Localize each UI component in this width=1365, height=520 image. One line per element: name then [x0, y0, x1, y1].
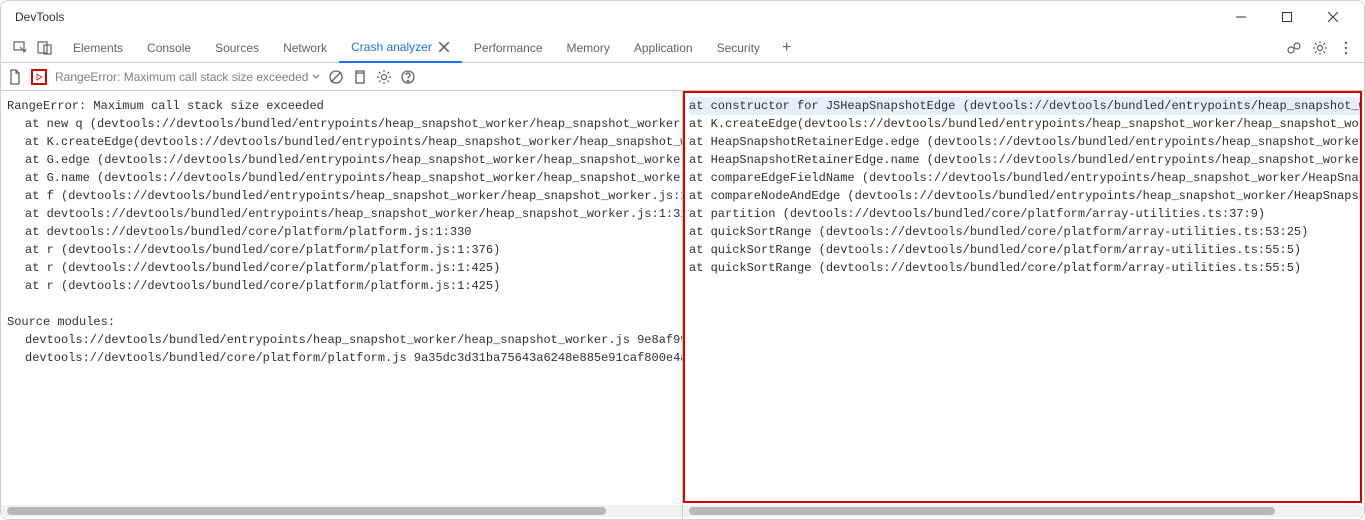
stack-line: devtools://devtools/bundled/core/platfor…	[7, 349, 682, 367]
minimize-button[interactable]	[1218, 1, 1264, 33]
stack-line: at new q (devtools://devtools/bundled/en…	[7, 115, 682, 133]
toolbar-right	[1286, 40, 1360, 56]
tab-elements[interactable]: Elements	[61, 33, 135, 63]
left-pane: RangeError: Maximum call stack size exce…	[1, 91, 683, 519]
run-analysis-icon[interactable]	[31, 69, 47, 85]
resolved-stack-line[interactable]: at partition (devtools://devtools/bundle…	[689, 205, 1360, 223]
stack-line: at f (devtools://devtools/bundled/entryp…	[7, 187, 682, 205]
inspect-element-icon[interactable]	[13, 40, 29, 56]
tab-network[interactable]: Network	[271, 33, 339, 63]
tab-label: Crash analyzer	[351, 40, 432, 54]
main-split: RangeError: Maximum call stack size exce…	[1, 91, 1364, 519]
tab-sources[interactable]: Sources	[203, 33, 271, 63]
chevron-down-icon	[312, 73, 320, 81]
stack-line: at G.edge (devtools://devtools/bundled/e…	[7, 151, 682, 169]
tab-label: Sources	[215, 41, 259, 55]
resolved-stack-line[interactable]: at HeapSnapshotRetainerEdge.name (devtoo…	[689, 151, 1360, 169]
window-titlebar: DevTools	[1, 1, 1364, 33]
stack-line: at G.name (devtools://devtools/bundled/e…	[7, 169, 682, 187]
resolved-stack-line[interactable]: at constructor for JSHeapSnapshotEdge (d…	[689, 97, 1360, 115]
tabs-bar: Elements Console Sources Network Crash a…	[1, 33, 1364, 63]
resolved-stack-line[interactable]: at compareNodeAndEdge (devtools://devtoo…	[689, 187, 1360, 205]
left-h-scrollbar[interactable]	[1, 505, 682, 517]
tab-label: Security	[717, 41, 760, 55]
device-toggle-icon[interactable]	[37, 40, 53, 56]
copy-icon[interactable]	[352, 69, 368, 85]
tab-label: Application	[634, 41, 693, 55]
error-dropdown[interactable]: RangeError: Maximum call stack size exce…	[55, 70, 320, 84]
resolved-stack-line[interactable]: at HeapSnapshotRetainerEdge.edge (devtoo…	[689, 133, 1360, 151]
tab-crash-analyzer[interactable]: Crash analyzer	[339, 33, 462, 63]
resolved-stack-line[interactable]: at quickSortRange (devtools://devtools/b…	[689, 223, 1360, 241]
inspect-tools	[5, 40, 61, 56]
left-stack-body[interactable]: RangeError: Maximum call stack size exce…	[1, 91, 682, 505]
tab-application[interactable]: Application	[622, 33, 705, 63]
tab-label: Network	[283, 41, 327, 55]
crash-toolbar: RangeError: Maximum call stack size exce…	[1, 63, 1364, 91]
right-stack-body[interactable]: at constructor for JSHeapSnapshotEdge (d…	[683, 91, 1362, 503]
stack-line: at r (devtools://devtools/bundled/core/p…	[7, 241, 682, 259]
stack-line: at devtools://devtools/bundled/core/plat…	[7, 223, 682, 241]
close-tab-icon[interactable]	[438, 41, 450, 53]
whats-new-icon[interactable]	[1286, 40, 1302, 56]
stack-line: Source modules:	[7, 313, 682, 331]
resolved-stack-line[interactable]: at compareEdgeFieldName (devtools://devt…	[689, 169, 1360, 187]
more-icon[interactable]	[1338, 40, 1354, 56]
resolved-stack-line[interactable]: at quickSortRange (devtools://devtools/b…	[689, 259, 1360, 277]
stack-line: at r (devtools://devtools/bundled/core/p…	[7, 259, 682, 277]
tab-console[interactable]: Console	[135, 33, 203, 63]
gear-icon[interactable]	[376, 69, 392, 85]
tab-security[interactable]: Security	[705, 33, 772, 63]
stack-line: at K.createEdge(devtools://devtools/bund…	[7, 133, 682, 151]
tab-label: Memory	[567, 41, 610, 55]
clear-icon[interactable]	[328, 69, 344, 85]
dropdown-label: RangeError: Maximum call stack size exce…	[55, 70, 308, 84]
tab-memory[interactable]: Memory	[555, 33, 622, 63]
window-title: DevTools	[15, 10, 1218, 24]
tab-label: Performance	[474, 41, 543, 55]
right-h-scrollbar[interactable]	[683, 505, 1364, 517]
stack-line: RangeError: Maximum call stack size exce…	[7, 97, 682, 115]
stack-line: devtools://devtools/bundled/entrypoints/…	[7, 331, 682, 349]
tab-label: Elements	[73, 41, 123, 55]
maximize-button[interactable]	[1264, 1, 1310, 33]
right-pane: at constructor for JSHeapSnapshotEdge (d…	[683, 91, 1364, 519]
tab-label: Console	[147, 41, 191, 55]
settings-icon[interactable]	[1312, 40, 1328, 56]
resolved-stack-line[interactable]: at K.createEdge(devtools://devtools/bund…	[689, 115, 1360, 133]
stack-line: at devtools://devtools/bundled/entrypoin…	[7, 205, 682, 223]
help-icon[interactable]	[400, 69, 416, 85]
stack-line: at r (devtools://devtools/bundled/core/p…	[7, 277, 682, 295]
tab-performance[interactable]: Performance	[462, 33, 555, 63]
close-button[interactable]	[1310, 1, 1356, 33]
resolved-stack-line[interactable]: at quickSortRange (devtools://devtools/b…	[689, 241, 1360, 259]
window-controls	[1218, 1, 1356, 33]
new-analysis-icon[interactable]	[7, 69, 23, 85]
add-tab-button[interactable]: +	[772, 39, 801, 57]
